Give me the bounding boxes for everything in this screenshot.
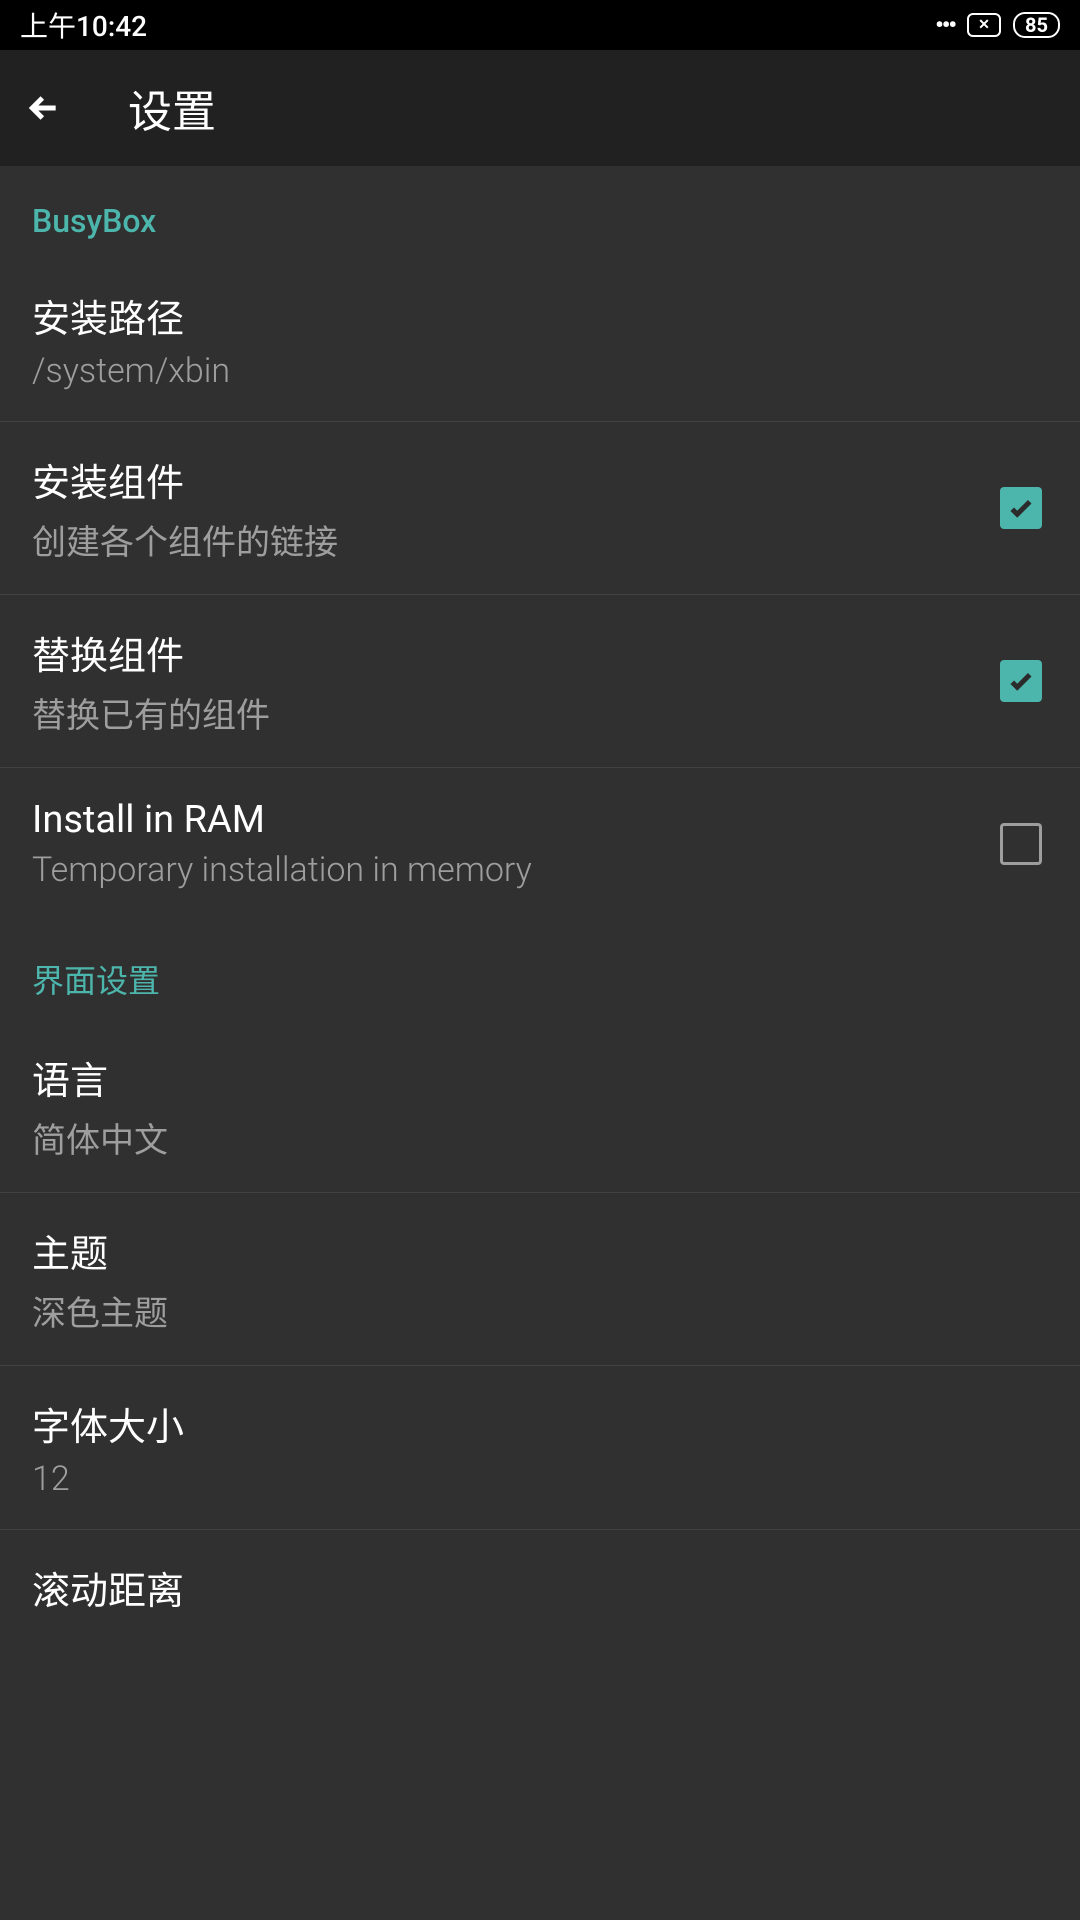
language-title: 语言 [32,1050,1048,1105]
language-value: 简体中文 [32,1113,1048,1162]
replace-component-subtitle: 替换已有的组件 [32,688,1000,737]
install-ram-checkbox[interactable] [1000,823,1042,865]
check-icon [1006,493,1036,523]
font-size-title: 字体大小 [32,1396,1048,1451]
scroll-distance-title: 滚动距离 [32,1560,1048,1615]
page-title: 设置 [128,76,216,140]
font-size-value: 12 [32,1459,1048,1499]
install-path-value: /system/xbin [32,351,1048,391]
install-path-title: 安装路径 [32,288,1048,343]
setting-replace-component[interactable]: 替换组件 替换已有的组件 [0,595,1080,768]
section-interface-header: 界面设置 [0,920,1080,1020]
setting-install-path[interactable]: 安装路径 /system/xbin [0,258,1080,422]
install-component-subtitle: 创建各个组件的链接 [32,515,1000,564]
section-busybox-header: BusyBox [0,166,1080,258]
setting-scroll-distance[interactable]: 滚动距离 [0,1530,1080,1653]
install-ram-title: Install in RAM [32,798,1000,842]
install-ram-subtitle: Temporary installation in memory [32,850,1000,890]
theme-title: 主题 [32,1223,1048,1278]
install-component-checkbox[interactable] [1000,487,1042,529]
arrow-left-icon [24,88,64,128]
settings-list: BusyBox 安装路径 /system/xbin 安装组件 创建各个组件的链接… [0,166,1080,1653]
replace-component-checkbox[interactable] [1000,660,1042,702]
setting-install-component[interactable]: 安装组件 创建各个组件的链接 [0,422,1080,595]
setting-font-size[interactable]: 字体大小 12 [0,1366,1080,1530]
more-dots-icon: ••• [935,11,955,39]
back-button[interactable] [20,84,68,132]
setting-language[interactable]: 语言 简体中文 [0,1020,1080,1193]
status-time: 上午10:42 [20,5,147,45]
replace-component-title: 替换组件 [32,625,1000,680]
setting-theme[interactable]: 主题 深色主题 [0,1193,1080,1366]
install-component-title: 安装组件 [32,452,1000,507]
check-icon [1006,666,1036,696]
theme-value: 深色主题 [32,1286,1048,1335]
close-box-icon: ✕ [967,13,1001,37]
status-icons: ••• ✕ 85 [935,11,1060,39]
battery-indicator: 85 [1013,12,1060,38]
setting-install-ram[interactable]: Install in RAM Temporary installation in… [0,768,1080,920]
status-bar: 上午10:42 ••• ✕ 85 [0,0,1080,50]
app-bar: 设置 [0,50,1080,166]
